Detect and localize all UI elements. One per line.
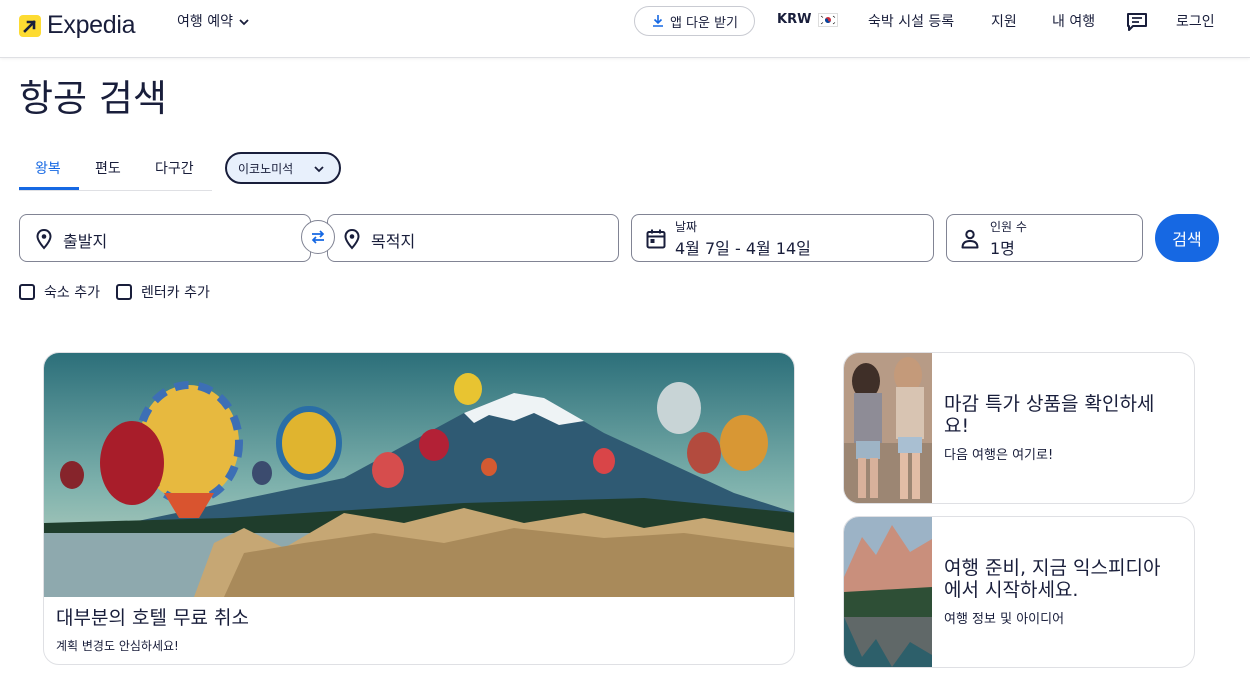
add-stay-label: 숙소 추가 <box>44 285 100 301</box>
download-icon <box>652 15 663 27</box>
date-field[interactable]: 날짜 4월 7일 - 4월 14일 <box>631 214 934 262</box>
date-value: 4월 7일 - 4월 14일 <box>675 239 811 258</box>
chevron-down-icon <box>239 19 249 26</box>
korea-flag-icon <box>818 12 839 27</box>
trip-type-tabs: 왕복 편도 다구간 <box>19 148 212 191</box>
cabin-class-label: 이코노미석 <box>238 161 294 176</box>
chat-button[interactable] <box>1126 12 1148 38</box>
add-stay-checkbox[interactable]: 숙소 추가 <box>19 282 100 302</box>
app-download-button[interactable]: 앱 다운 받기 <box>634 6 755 36</box>
tab-multi-city[interactable]: 다구간 <box>155 158 194 178</box>
promo-main-title: 대부분의 호텔 무료 취소 <box>56 607 249 629</box>
person-icon <box>961 229 979 249</box>
swap-locations-button[interactable] <box>301 220 335 254</box>
promo-side2-title: 여행 준비, 지금 익스피디아에서 시작하세요. <box>944 557 1161 601</box>
origin-placeholder: 출발지 <box>63 232 108 251</box>
promo-side1-subtitle: 다음 여행은 여기로! <box>944 448 1054 463</box>
add-car-label: 렌터카 추가 <box>141 285 210 301</box>
cabin-class-select[interactable]: 이코노미석 <box>225 152 341 184</box>
promo-card-last-minute[interactable]: 마감 특가 상품을 확인하세요! 다음 여행은 여기로! <box>843 352 1195 504</box>
checkbox-box[interactable] <box>116 284 132 300</box>
origin-field[interactable]: 출발지 <box>19 214 311 262</box>
calendar-icon <box>646 229 666 249</box>
destination-placeholder: 목적지 <box>371 232 416 251</box>
location-pin-icon <box>344 228 360 250</box>
booking-menu-label: 여행 예약 <box>177 14 233 30</box>
add-car-checkbox[interactable]: 렌터카 추가 <box>116 282 210 302</box>
booking-menu[interactable]: 여행 예약 <box>177 12 251 32</box>
travelers-field[interactable]: 인원 수 1명 <box>946 214 1143 262</box>
login-link[interactable]: 로그인 <box>1176 12 1215 32</box>
top-header: Expedia 여행 예약 앱 다운 받기 KRW 숙박 시설 등록 지원 내 … <box>0 0 1250 58</box>
currency-label: KRW <box>777 12 812 27</box>
tab-one-way[interactable]: 편도 <box>95 158 121 178</box>
chevron-down-icon <box>314 166 324 173</box>
mountain-lake-photo <box>844 517 932 667</box>
travelers-photo <box>844 353 932 503</box>
promo-main-subtitle: 계획 변경도 안심하세요! <box>56 639 179 653</box>
travelers-value: 1명 <box>990 239 1015 258</box>
support-link[interactable]: 지원 <box>991 12 1017 32</box>
swap-icon <box>311 230 325 244</box>
promo-card-travel-ideas[interactable]: 여행 준비, 지금 익스피디아에서 시작하세요. 여행 정보 및 아이디어 <box>843 516 1195 668</box>
travelers-label: 인원 수 <box>990 220 1027 234</box>
date-label: 날짜 <box>675 220 698 234</box>
currency-selector[interactable]: KRW <box>777 12 839 27</box>
promo-side2-subtitle: 여행 정보 및 아이디어 <box>944 612 1065 627</box>
promo-card-free-cancellation[interactable]: 대부분의 호텔 무료 취소 계획 변경도 안심하세요! <box>43 352 795 665</box>
search-button[interactable]: 검색 <box>1155 214 1219 262</box>
my-trips-link[interactable]: 내 여행 <box>1052 12 1095 32</box>
chat-icon <box>1127 13 1147 31</box>
tab-round-trip[interactable]: 왕복 <box>35 158 61 178</box>
destination-field[interactable]: 목적지 <box>327 214 619 262</box>
location-pin-icon <box>36 228 52 250</box>
expedia-logo[interactable]: Expedia <box>19 11 136 40</box>
expedia-logo-icon <box>19 14 41 37</box>
promo-side1-title: 마감 특가 상품을 확인하세요! <box>944 393 1155 437</box>
brand-name: Expedia <box>47 11 136 39</box>
app-download-label: 앱 다운 받기 <box>669 15 739 31</box>
page-title: 항공 검색 <box>19 77 167 120</box>
hot-air-balloons-image <box>44 353 794 597</box>
active-tab-indicator <box>19 187 79 190</box>
checkbox-box[interactable] <box>19 284 35 300</box>
list-property-link[interactable]: 숙박 시설 등록 <box>868 12 954 32</box>
